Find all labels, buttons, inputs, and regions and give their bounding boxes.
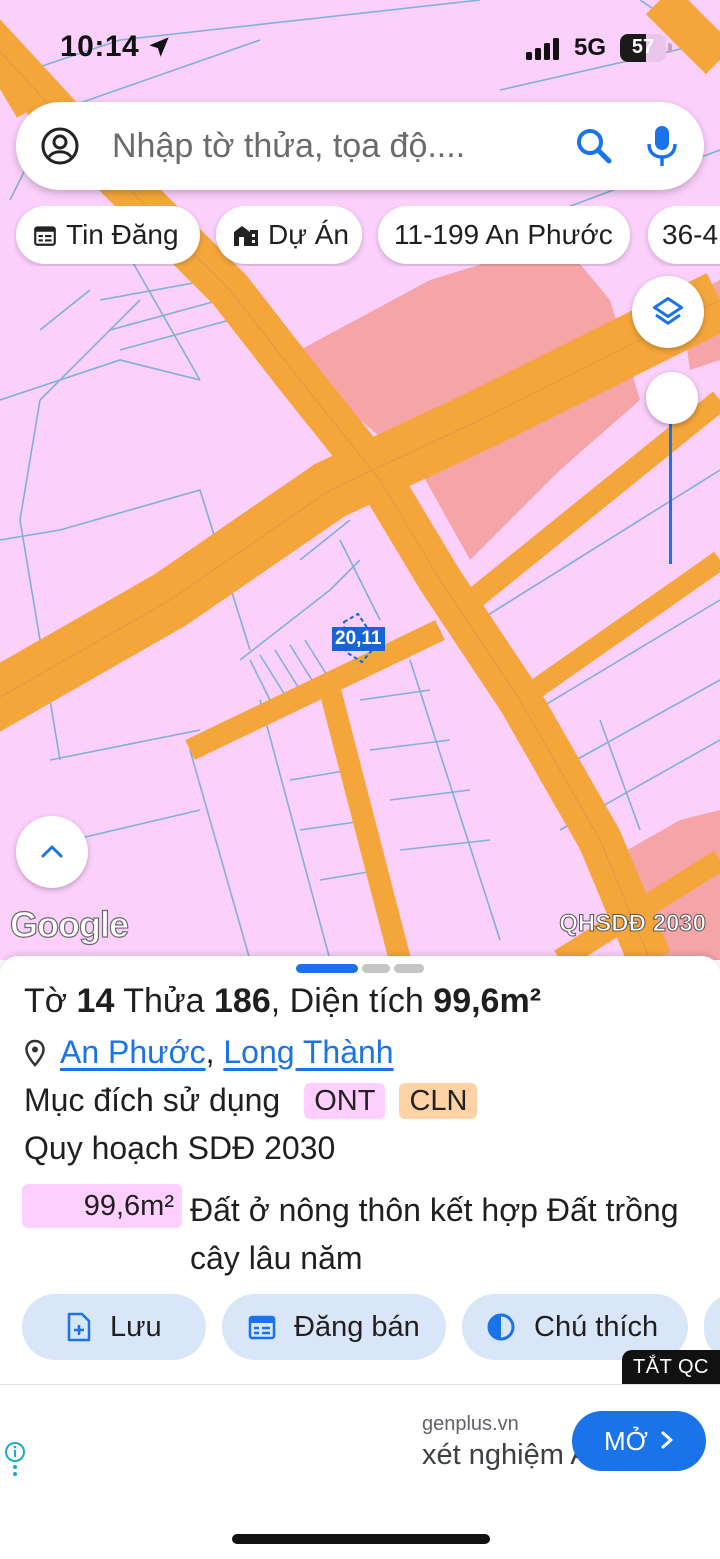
chip-label: Tin Đăng [66,219,179,250]
plan-label: Quy hoạch SDĐ 2030 [24,1130,336,1166]
filter-chips: Tin Đăng Dự Án 11-199 An Phước 36-4 [14,206,720,266]
buildings-icon [232,222,260,248]
chip-label: Dự Án [268,219,349,250]
layers-button[interactable] [632,276,704,348]
ward-link[interactable]: An Phước [60,1034,206,1071]
battery-percent: 57 [631,36,655,58]
sheet-word: Tờ [24,982,68,1020]
search-input[interactable] [112,124,552,168]
info-icon[interactable] [4,1441,26,1481]
half-circle-icon [486,1312,516,1342]
parcel-area: 99,6m² [433,982,542,1020]
overlay-name-label: QHSDĐ 2030 [559,910,707,938]
area-word: Diện tích [289,982,424,1020]
chevron-right-icon [660,1426,674,1457]
chip-label: 36-4 [662,219,719,250]
hide-ad-button[interactable]: TẮT QC [622,1350,720,1384]
ad-open-button[interactable]: MỞ [572,1411,706,1471]
google-logo: Google [9,903,129,945]
plot-number: 186 [214,982,271,1020]
expand-sheet-button[interactable] [16,816,88,888]
plan-area-badge: 99,6m² [22,1184,182,1228]
network-type: 5G [574,34,607,61]
sheet-tab-indicator[interactable] [394,964,424,973]
layers-icon [653,297,683,325]
battery-nub [668,43,672,53]
land-use-tag-cln: CLN [399,1082,478,1119]
map-pin-icon [25,1039,45,1067]
calendar-icon [32,222,58,248]
chevron-up-icon [41,845,63,858]
sheet-number: 14 [76,982,115,1020]
status-bar: 10:14 5G 57 [0,0,720,96]
parcel-label[interactable]: 20,11 [332,627,385,651]
search-icon[interactable] [574,126,614,166]
battery-body: 57 [620,34,666,62]
post-sale-label: Đăng bán [294,1310,420,1343]
parcel-title: Tờ 14 Thửa 186, Diện tích 99,6m² [24,982,541,1021]
search-bar[interactable] [16,102,704,190]
battery-indicator: 57 [620,34,672,62]
ad-domain: genplus.vn [422,1413,519,1435]
chip-label: 11-199 An Phước [394,219,613,250]
plan-description: Đất ở nông thôn kết hợp Đất trồng cây lâ… [190,1192,679,1276]
chip-an-phuoc[interactable]: 11-199 An Phước [378,206,630,264]
microphone-icon[interactable] [642,124,682,168]
action-buttons: Lưu Đăng bán Chú thích [0,1294,720,1364]
sheet-tab-indicator[interactable] [362,964,390,973]
save-label: Lưu [110,1310,162,1343]
chip-tin-dang[interactable]: Tin Đăng [16,206,200,264]
parcel-info-sheet[interactable]: Tờ 14 Thửa 186, Diện tích 99,6m² An Phướ… [0,956,720,1386]
account-circle-icon[interactable] [40,126,80,166]
ad-open-label: MỞ [604,1425,648,1456]
legend-label: Chú thích [534,1310,659,1343]
plot-word: Thửa [123,982,205,1020]
title-comma: , [270,982,281,1020]
chip-du-an[interactable]: Dự Án [216,206,362,264]
land-use-label: Mục đích sử dụng [24,1082,281,1118]
location-comma: , [205,1034,215,1070]
land-use-row: Mục đích sử dụng ONT CLN [24,1082,478,1119]
land-use-tag-ont: ONT [304,1082,386,1119]
opacity-slider-thumb[interactable] [646,372,698,424]
status-time: 10:14 [60,30,140,63]
ad-banner[interactable]: genplus.vn xét nghiệm ADN MỞ [0,1384,720,1496]
home-indicator[interactable] [232,1534,490,1544]
file-add-icon [66,1312,92,1342]
sheet-tab-indicator-active[interactable] [296,964,358,973]
calendar-list-icon [248,1314,276,1340]
post-sale-button[interactable]: Đăng bán [222,1294,446,1360]
location-arrow-icon [149,37,169,57]
district-link[interactable]: Long Thành [223,1034,393,1071]
save-button[interactable]: Lưu [22,1294,206,1360]
location-row: An Phước, Long Thành [24,1034,394,1071]
chip-36[interactable]: 36-4 [648,206,720,264]
cellular-signal-icon [526,38,559,60]
